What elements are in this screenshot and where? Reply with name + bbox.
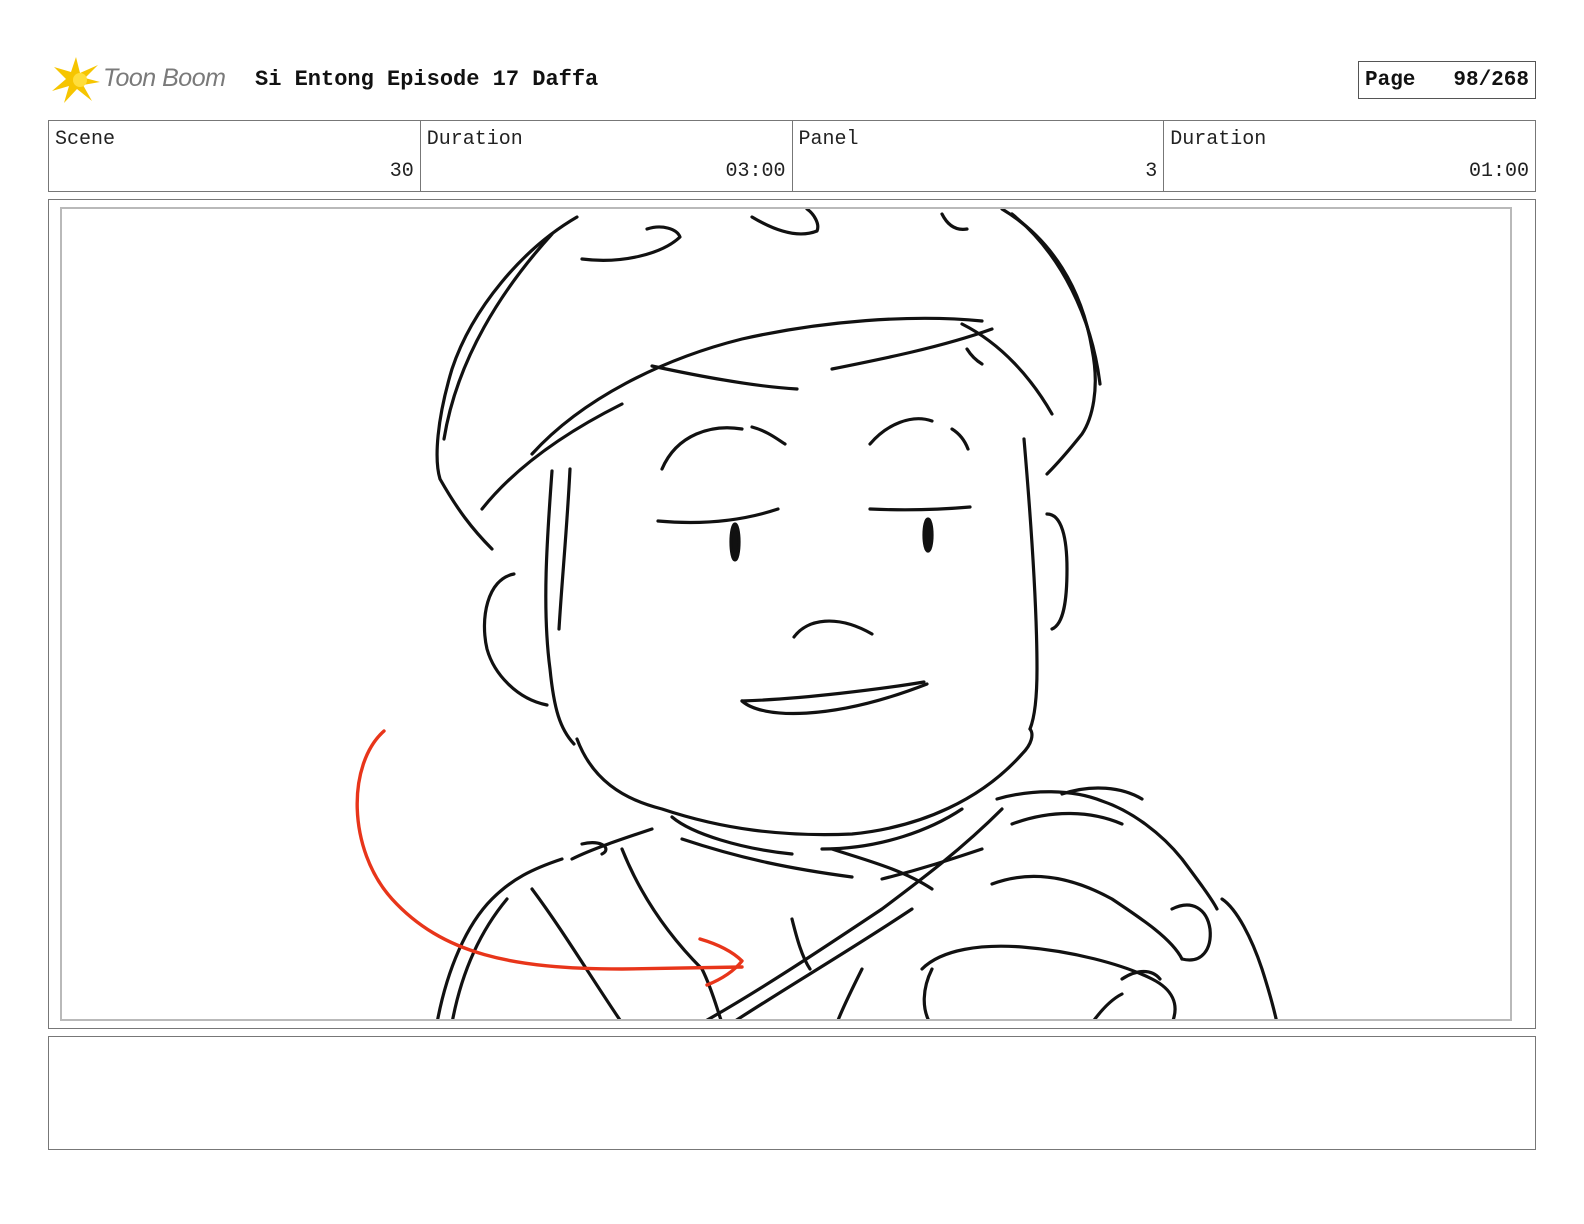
panel-frame [48, 199, 1536, 1029]
panel-drawing-area [60, 207, 1512, 1021]
toon-boom-logo: Toon Boom [50, 55, 240, 105]
panel-duration-cell: Duration 01:00 [1164, 121, 1535, 191]
scene-cell: Scene 30 [49, 121, 421, 191]
page-label: Page [1365, 68, 1416, 92]
scene-label: Scene [55, 128, 116, 151]
panel-duration-value: 01:00 [1468, 160, 1529, 183]
scene-duration-cell: Duration 03:00 [421, 121, 793, 191]
page-number: 98/268 [1453, 68, 1529, 92]
storyboard-title: Si Entong Episode 17 Daffa [255, 67, 599, 92]
scene-duration-value: 03:00 [725, 160, 786, 183]
page-header: Toon Boom Si Entong Episode 17 Daffa Pag… [50, 55, 1536, 105]
scene-duration-label: Duration [426, 128, 523, 151]
panel-notes-box [48, 1036, 1536, 1150]
starburst-icon [52, 57, 100, 103]
logo-wordmark: Toon Boom [103, 64, 226, 92]
panel-duration-label: Duration [1170, 128, 1267, 151]
storyboard-sketch [355, 209, 1278, 1019]
panel-number: 3 [1145, 160, 1158, 183]
panel-cell: Panel 3 [793, 121, 1165, 191]
scene-number: 30 [389, 160, 414, 183]
page-indicator: Page 98/268 [1358, 61, 1536, 99]
panel-info-row: Scene 30 Duration 03:00 Panel 3 Duration… [48, 120, 1536, 192]
panel-label: Panel [798, 128, 859, 151]
